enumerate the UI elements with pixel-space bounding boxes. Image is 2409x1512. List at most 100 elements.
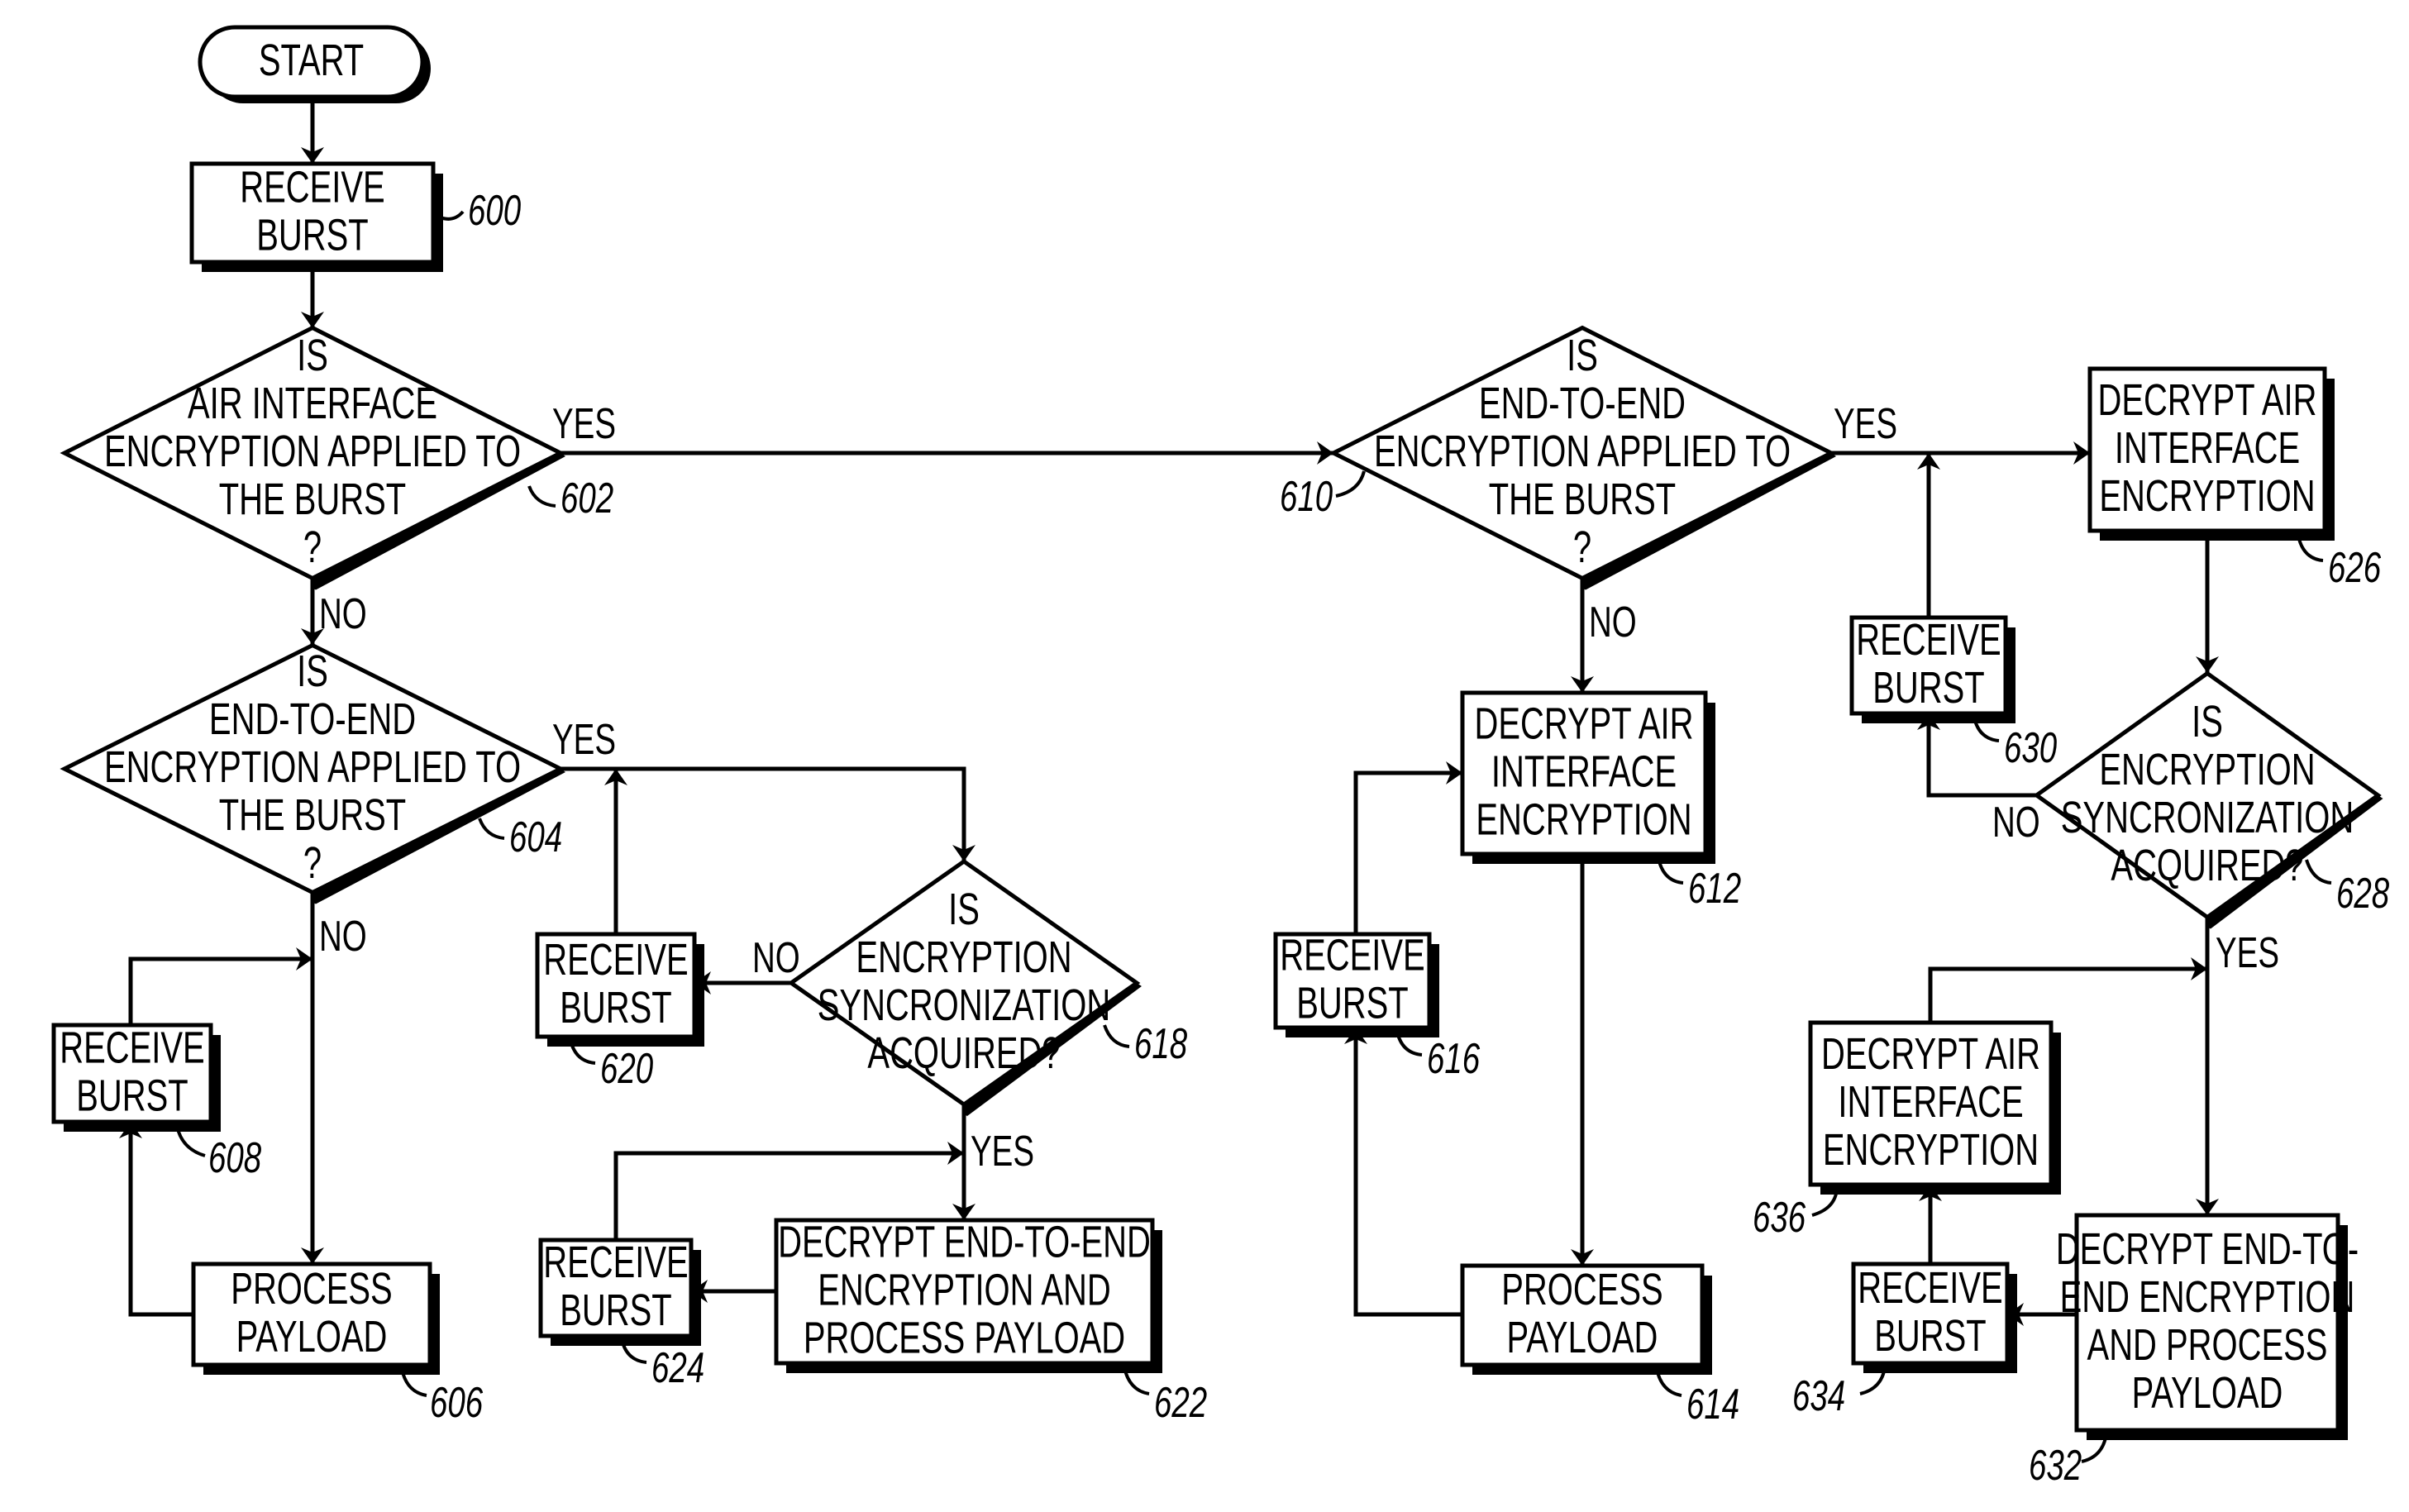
node-600: RECEIVEBURST: [189, 161, 443, 272]
leader-line: [2305, 859, 2332, 885]
edge-n604-to-n618: [561, 766, 976, 861]
node-text-line: ?: [1573, 522, 1591, 572]
node-label: RECEIVEBURST: [240, 163, 384, 260]
node-label: RECEIVEBURST: [543, 1238, 688, 1335]
leader-line: [478, 818, 505, 840]
node-label: ISENCRYPTIONSYNCRONIZATIONACQUIRED?: [818, 885, 1110, 1078]
node-610: ISEND-TO-ENDENCRYPTION APPLIED TOTHE BUR…: [1329, 325, 1836, 590]
edge-label-yes: YES: [552, 715, 616, 763]
node-text-line: DECRYPT END-TO-END: [778, 1218, 1151, 1267]
ref-numeral: 618: [1134, 1019, 1188, 1067]
node-label: PROCESSPAYLOAD: [231, 1264, 392, 1362]
node-text-line: SYNCRONIZATION: [2061, 793, 2354, 842]
ref-numeral: 630: [2004, 723, 2058, 771]
node-text-line: IS: [2192, 697, 2223, 746]
node-602: ISAIR INTERFACEENCRYPTION APPLIED TOTHE …: [60, 325, 565, 590]
node-636: DECRYPT AIRINTERFACEENCRYPTION: [1808, 1020, 2061, 1195]
node-text-line: START: [259, 36, 364, 85]
ref-622: 622: [1123, 1367, 1207, 1426]
node-text-line: ENCRYPTION APPLIED TO: [104, 742, 521, 792]
ref-numeral: 622: [1154, 1378, 1207, 1426]
ref-630: 630: [1973, 717, 2058, 771]
node-632: DECRYPT END-TO-END ENCRYPTIONAND PROCESS…: [2056, 1213, 2359, 1440]
ref-numeral: 604: [509, 813, 562, 861]
node-text-line: BURST: [560, 983, 671, 1033]
node-608: RECEIVEBURST: [51, 1023, 221, 1132]
node-604: ISEND-TO-ENDENCRYPTION APPLIED TOTHE BUR…: [60, 642, 565, 904]
ref-602: 602: [527, 474, 613, 522]
node-text-line: PROCESS: [1501, 1265, 1662, 1314]
node-606: PROCESSPAYLOAD: [191, 1262, 440, 1375]
node-text-line: END-TO-END: [1479, 379, 1686, 428]
node-text-line: ENCRYPTION: [856, 932, 1071, 982]
node-text-line: PAYLOAD: [2132, 1368, 2283, 1418]
node-text-line: ?: [303, 838, 322, 888]
node-label: RECEIVEBURST: [1280, 931, 1424, 1028]
ref-numeral: 606: [430, 1378, 484, 1426]
node-text-line: RECEIVE: [60, 1023, 204, 1073]
node-text-line: ENCRYPTION APPLIED TO: [104, 427, 521, 476]
node-start: START: [198, 25, 431, 103]
node-label: RECEIVEBURST: [60, 1023, 204, 1121]
node-text-line: DECRYPT AIR: [1821, 1029, 2040, 1079]
node-label: ISEND-TO-ENDENCRYPTION APPLIED TOTHE BUR…: [104, 646, 521, 888]
node-label: DECRYPT AIRINTERFACEENCRYPTION: [1474, 699, 1693, 845]
edge-label-yes: YES: [1834, 399, 1897, 447]
node-label: DECRYPT END-TO-ENDENCRYPTION ANDPROCESS …: [778, 1218, 1151, 1363]
ref-618: 618: [1103, 1019, 1188, 1067]
ref-610: 610: [1280, 470, 1366, 520]
edge-label-no: NO: [319, 589, 367, 637]
node-text-line: ENCRYPTION AND: [818, 1266, 1111, 1315]
edge-label-yes: YES: [2216, 928, 2279, 976]
edge-n616-to-n612: [1353, 761, 1462, 934]
node-text-line: BURST: [1872, 663, 1984, 713]
ref-620: 620: [569, 1039, 654, 1092]
node-label: RECEIVEBURST: [1856, 615, 2001, 713]
node-text-line: BURST: [1874, 1311, 1986, 1361]
node-text-line: BURST: [1296, 979, 1408, 1028]
node-text-line: PAYLOAD: [1507, 1313, 1658, 1362]
node-text-line: DECRYPT AIR: [1474, 699, 1693, 749]
ref-624: 624: [620, 1338, 704, 1391]
ref-634: 634: [1792, 1367, 1887, 1419]
node-text-line: BURST: [76, 1071, 188, 1121]
ref-604: 604: [478, 813, 562, 861]
ref-numeral: 614: [1686, 1380, 1739, 1428]
node-text-line: ENCRYPTION: [2099, 471, 2315, 521]
node-label: DECRYPT AIRINTERFACEENCRYPTION: [2097, 375, 2316, 521]
node-text-line: BURST: [256, 211, 368, 260]
node-text-line: INTERFACE: [1838, 1077, 2023, 1127]
ref-636: 636: [1753, 1188, 1839, 1241]
leader-line: [1335, 470, 1366, 498]
edge-label-no: NO: [1589, 598, 1637, 646]
flowchart: STARTRECEIVEBURSTISAIR INTERFACEENCRYPTI…: [51, 25, 2390, 1489]
ref-numeral: 634: [1792, 1371, 1845, 1419]
node-text-line: THE BURST: [219, 475, 406, 524]
edge-n636-to-n632: [1928, 957, 2207, 1023]
node-label: RECEIVEBURST: [543, 935, 688, 1033]
edge-label-no: NO: [319, 912, 367, 960]
node-label: ISAIR INTERFACEENCRYPTION APPLIED TOTHE …: [104, 331, 521, 572]
node-text-line: END ENCRYPTION: [2060, 1272, 2355, 1322]
edge-label-yes: YES: [552, 399, 616, 447]
node-text-line: THE BURST: [1489, 475, 1676, 524]
ref-612: 612: [1657, 857, 1741, 912]
ref-numeral: 600: [468, 186, 522, 234]
node-text-line: AND PROCESS: [2087, 1320, 2328, 1370]
node-614: PROCESSPAYLOAD: [1460, 1263, 1712, 1375]
node-text-line: RECEIVE: [543, 1238, 688, 1287]
ref-632: 632: [2029, 1433, 2108, 1489]
node-text-line: ENCRYPTION: [2099, 745, 2315, 794]
node-618: ISENCRYPTIONSYNCRONIZATIONACQUIRED?: [787, 858, 1142, 1116]
edge-label-no: NO: [752, 933, 800, 981]
ref-616: 616: [1395, 1031, 1481, 1082]
reference-numerals: 600 602 604 606 608 610 612 614 616 618 620 622 624 6…: [175, 186, 2390, 1489]
node-label: ISENCRYPTIONSYNCRONIZATIONACQUIRED?: [2061, 697, 2354, 890]
ref-numeral: 636: [1753, 1193, 1806, 1241]
node-label: RECEIVEBURST: [1858, 1263, 2002, 1361]
node-text-line: THE BURST: [219, 790, 406, 840]
edge-label-no: NO: [1992, 798, 2040, 846]
node-text-line: PROCESS PAYLOAD: [804, 1314, 1125, 1363]
node-text-line: RECEIVE: [240, 163, 384, 212]
ref-numeral: 602: [561, 474, 613, 522]
